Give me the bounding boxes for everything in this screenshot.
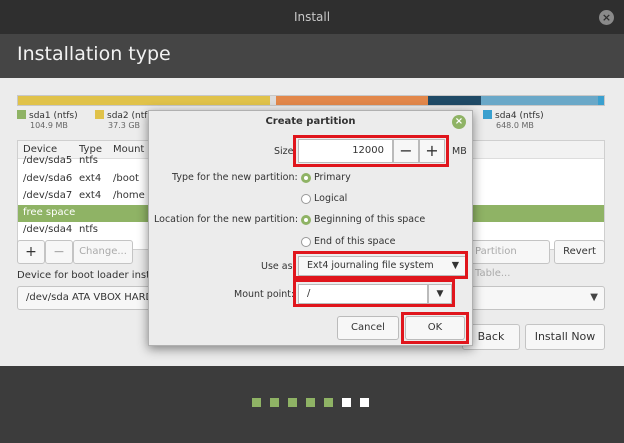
cell-type: ext4 xyxy=(79,173,102,184)
progress-dot xyxy=(306,398,315,407)
cell-device: free space xyxy=(23,207,76,218)
cell-type: ntfs xyxy=(79,155,98,166)
highlight-box xyxy=(401,312,469,344)
use-as-label: Use as: xyxy=(261,261,296,272)
add-partition-button[interactable]: + xyxy=(17,240,45,264)
progress-dot xyxy=(324,398,333,407)
close-icon[interactable]: × xyxy=(452,115,466,129)
highlight-box xyxy=(293,279,455,307)
cell-device: /dev/sda5 xyxy=(23,155,73,166)
cell-type: ntfs xyxy=(79,224,98,235)
partition-segment xyxy=(275,96,429,105)
end-radio[interactable] xyxy=(301,237,311,247)
location-label: Location for the new partition: xyxy=(154,214,299,225)
legend-size: 104.9 MB xyxy=(30,121,68,130)
progress-dot xyxy=(360,398,369,407)
dialog-title: Create partition xyxy=(265,116,356,127)
cell-device: /dev/sda6 xyxy=(23,173,73,184)
logical-radio[interactable] xyxy=(301,194,311,204)
legend-name: sda1 (ntfs) xyxy=(29,111,78,121)
end-radio-label[interactable]: End of this space xyxy=(314,236,395,247)
legend-size: 37.3 GB xyxy=(108,121,141,130)
partition-bar xyxy=(17,95,605,106)
legend-name: sda4 (ntfs) xyxy=(495,111,544,121)
progress-dot xyxy=(288,398,297,407)
cell-type: ext4 xyxy=(79,190,102,201)
cell-mount: /home xyxy=(113,190,145,201)
legend-swatch xyxy=(95,110,104,119)
partition-segment xyxy=(428,96,481,105)
bootloader-label: Device for boot loader instal xyxy=(17,270,159,281)
title-bar: Install × xyxy=(0,0,624,34)
create-partition-dialog: Create partition × Size: 12000 − + MB Ty… xyxy=(148,110,473,346)
mount-point-label: Mount point: xyxy=(234,289,295,300)
new-partition-table-button[interactable]: Partition Table... xyxy=(470,240,550,279)
primary-radio[interactable] xyxy=(301,173,311,183)
partition-type-label: Type for the new partition: xyxy=(172,172,298,183)
legend-item: sda2 (ntf 37.3 GB xyxy=(95,110,147,130)
legend-swatch xyxy=(483,110,492,119)
partition-segment xyxy=(480,96,599,105)
legend-size: 648.0 MB xyxy=(496,121,534,130)
installer-window: Install × Installation type sda1 (ntfs) … xyxy=(0,0,624,443)
progress-dot xyxy=(252,398,261,407)
logical-radio-label[interactable]: Logical xyxy=(314,193,347,204)
footer xyxy=(0,366,624,443)
revert-button[interactable]: Revert xyxy=(554,240,605,264)
install-now-button[interactable]: Install Now xyxy=(525,324,605,350)
change-partition-button[interactable]: Change... xyxy=(73,240,133,264)
beginning-radio[interactable] xyxy=(301,215,311,225)
size-unit: MB xyxy=(452,146,467,157)
page-title: Installation type xyxy=(17,43,171,65)
beginning-radio-label[interactable]: Beginning of this space xyxy=(314,214,425,225)
legend-name: sda2 (ntf xyxy=(107,111,148,121)
chevron-down-icon: ▼ xyxy=(590,292,598,303)
cell-mount: /boot xyxy=(113,173,139,184)
legend-item: sda4 (ntfs) 648.0 MB xyxy=(483,110,544,130)
partition-segment xyxy=(18,96,270,105)
highlight-box xyxy=(293,135,449,167)
progress-dot xyxy=(342,398,351,407)
window-title: Install xyxy=(293,10,331,24)
cell-device: /dev/sda4 xyxy=(23,224,73,235)
cell-device: /dev/sda7 xyxy=(23,190,73,201)
partition-segment xyxy=(598,96,604,105)
close-icon[interactable]: × xyxy=(599,10,614,25)
remove-partition-button[interactable]: − xyxy=(45,240,73,264)
header: Installation type xyxy=(0,34,624,78)
legend-swatch xyxy=(17,110,26,119)
cancel-button[interactable]: Cancel xyxy=(337,316,399,340)
progress-dot xyxy=(270,398,279,407)
primary-radio-label[interactable]: Primary xyxy=(314,172,351,183)
bootloader-value: /dev/sda ATA VBOX HARD xyxy=(26,292,154,303)
highlight-box xyxy=(293,251,468,279)
legend-item: sda1 (ntfs) 104.9 MB xyxy=(17,110,78,130)
